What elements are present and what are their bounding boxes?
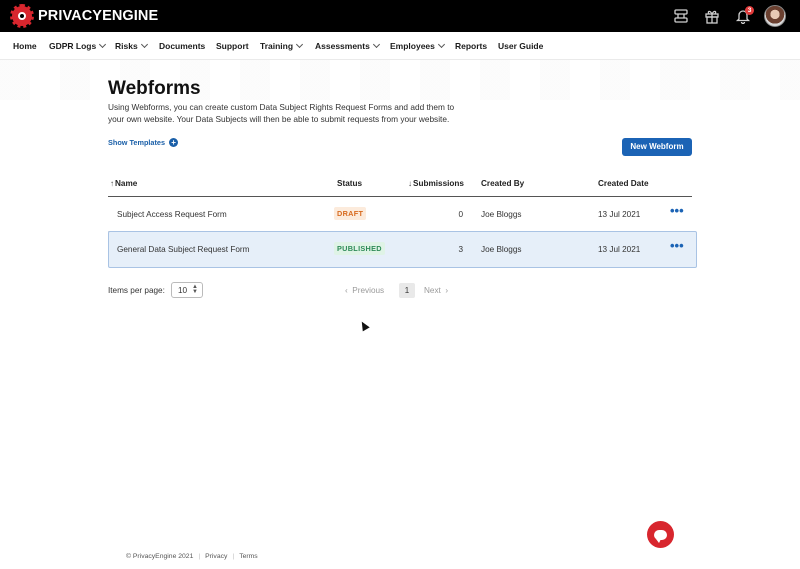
nav-user-guide[interactable]: User Guide	[498, 41, 543, 51]
footer: © PrivacyEngine 2021 | Privacy | Terms	[126, 553, 258, 560]
nav-reports[interactable]: Reports	[455, 41, 487, 51]
page-title: Webforms	[108, 78, 201, 99]
new-webform-button[interactable]: New Webform	[622, 138, 692, 156]
nav-documents[interactable]: Documents	[159, 41, 205, 51]
column-header-status[interactable]: Status	[337, 179, 362, 188]
footer-privacy-link[interactable]: Privacy	[205, 553, 227, 560]
chevron-down-icon	[99, 40, 107, 49]
avatar[interactable]	[764, 5, 786, 27]
page-number-current[interactable]: 1	[399, 283, 415, 298]
table-header: ↑Name Status ↓Submissions Created By Cre…	[108, 175, 692, 197]
nav-gdpr-logs[interactable]: GDPR Logs	[49, 40, 107, 51]
nav-risks[interactable]: Risks	[115, 40, 148, 51]
row-name: General Data Subject Request Form	[117, 245, 250, 254]
nav-assessments[interactable]: Assessments	[315, 40, 380, 51]
settings-sliders-icon[interactable]	[673, 8, 689, 24]
table-row[interactable]: Subject Access Request Form DRAFT 0 Joe …	[108, 198, 692, 232]
row-name: Subject Access Request Form	[117, 210, 227, 219]
plus-circle-icon: +	[169, 138, 179, 147]
brand-name: PRIVACYENGINE	[38, 8, 159, 24]
notification-badge: 3	[745, 6, 754, 15]
top-bar: PRIVACYENGINE 3	[0, 0, 800, 32]
footer-terms-link[interactable]: Terms	[239, 553, 258, 560]
chat-bubble-icon	[654, 529, 667, 543]
row-submissions: 0	[458, 210, 463, 219]
row-submissions: 3	[458, 245, 463, 254]
show-templates-link[interactable]: Show Templates +	[108, 138, 179, 147]
table-row[interactable]: General Data Subject Request Form PUBLIS…	[108, 231, 697, 268]
brand[interactable]: PRIVACYENGINE	[10, 4, 159, 28]
column-header-created-date[interactable]: Created Date	[598, 179, 649, 188]
column-header-submissions[interactable]: ↓Submissions	[408, 179, 464, 188]
chevron-down-icon	[437, 40, 445, 49]
nav-support[interactable]: Support	[216, 41, 249, 51]
nav-training[interactable]: Training	[260, 40, 304, 51]
status-badge: PUBLISHED	[334, 242, 385, 255]
row-created-by: Joe Bloggs	[481, 210, 522, 219]
main-nav: Home GDPR Logs Risks Documents Support T…	[0, 32, 800, 60]
chat-button[interactable]	[647, 521, 674, 548]
previous-page-button[interactable]: ‹ Previous	[345, 286, 384, 295]
gift-icon[interactable]	[704, 8, 720, 24]
column-header-name[interactable]: ↑Name	[110, 179, 137, 188]
page-intro: Using Webforms, you can create custom Da…	[108, 102, 455, 124]
chevron-down-icon	[296, 40, 304, 49]
footer-copyright: © PrivacyEngine 2021	[126, 553, 194, 560]
chevron-right-icon: ›	[445, 286, 449, 295]
privacyengine-logo-icon	[10, 4, 34, 28]
nav-employees[interactable]: Employees	[390, 40, 445, 51]
chevron-left-icon: ‹	[345, 286, 348, 295]
column-header-created-by[interactable]: Created By	[481, 179, 524, 188]
items-per-page-select[interactable]: 10 ▲ ▼	[171, 282, 203, 298]
spinner-icon: ▲ ▼	[192, 284, 198, 295]
sort-up-icon: ↑	[110, 179, 114, 188]
nav-home[interactable]: Home	[13, 41, 37, 51]
more-actions-icon[interactable]: •••	[670, 239, 684, 252]
more-actions-icon[interactable]: •••	[670, 204, 684, 217]
row-created-by: Joe Bloggs	[481, 245, 522, 254]
next-page-button[interactable]: Next ›	[424, 286, 448, 295]
row-created-date: 13 Jul 2021	[598, 245, 641, 254]
status-badge: DRAFT	[334, 207, 367, 220]
show-templates-label: Show Templates	[108, 138, 166, 147]
mouse-cursor-icon	[358, 319, 370, 332]
row-created-date: 13 Jul 2021	[598, 210, 641, 219]
items-per-page-label: Items per page:	[108, 286, 165, 295]
sort-down-icon: ↓	[408, 179, 412, 188]
chevron-down-icon	[372, 40, 380, 49]
chevron-down-icon	[140, 40, 148, 49]
